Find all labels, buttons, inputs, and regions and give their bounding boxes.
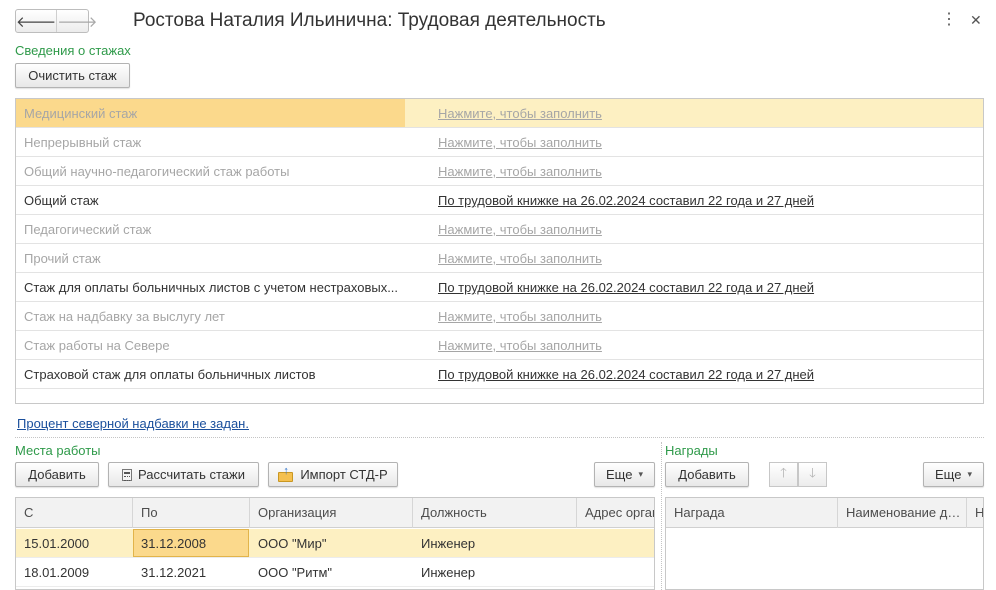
stazh-type-name: Общий стаж: [24, 193, 99, 208]
page-title: Ростова Наталия Ильинична: Трудовая деят…: [133, 10, 606, 31]
workplaces-section-label: Места работы: [15, 443, 101, 458]
chevron-down-icon: ▾: [638, 469, 643, 479]
workplaces-more-button[interactable]: Еще ▾: [594, 462, 655, 487]
stazh-value-link[interactable]: По трудовой книжке на 26.02.2024 состави…: [438, 186, 814, 214]
cell-address[interactable]: [577, 558, 654, 586]
stazh-value-link[interactable]: Нажмите, чтобы заполнить: [438, 244, 602, 272]
list-item[interactable]: Общий стаж По трудовой книжке на 26.02.20…: [16, 186, 983, 215]
column-header-award[interactable]: Награда: [666, 498, 838, 528]
stazh-type-name: Непрерывный стаж: [24, 135, 142, 150]
section-divider: [15, 437, 984, 438]
import-std-label: Импорт СТД-Р: [300, 467, 388, 482]
stazh-value-link[interactable]: Нажмите, чтобы заполнить: [438, 99, 602, 127]
column-divider: [661, 442, 662, 590]
arrow-left-icon: 🡐: [16, 13, 57, 31]
workplaces-more-label: Еще: [606, 467, 633, 482]
awards-more-button[interactable]: Еще ▾: [923, 462, 984, 487]
cell-from[interactable]: 18.01.2009: [16, 558, 133, 586]
cell-from[interactable]: 15.01.2000: [16, 529, 133, 557]
stazh-value-link[interactable]: Нажмите, чтобы заполнить: [438, 302, 602, 330]
forward-button[interactable]: 🡒: [56, 10, 97, 32]
list-item[interactable]: Стаж работы на Севере Нажмите, чтобы запо…: [16, 331, 983, 360]
import-std-button[interactable]: ↑ Импорт СТД-Р: [268, 462, 398, 487]
calculate-stazh-label: Рассчитать стажи: [138, 467, 245, 482]
list-item[interactable]: Педагогический стаж Нажмите, чтобы заполн…: [16, 215, 983, 244]
stazh-type-name: Стаж работы на Севере: [24, 338, 170, 353]
stazh-value-link[interactable]: Нажмите, чтобы заполнить: [438, 128, 602, 156]
column-header-number[interactable]: Номер: [967, 498, 983, 528]
stazh-type-name: Стаж на надбавку за выслугу лет: [24, 309, 225, 324]
arrow-right-icon: 🡒: [57, 13, 98, 31]
workplaces-table-header: С По Организация Должность Адрес организ…: [16, 498, 654, 528]
arrow-down-icon: 🡓: [809, 464, 816, 480]
stazh-value-link[interactable]: Нажмите, чтобы заполнить: [438, 331, 602, 359]
list-item[interactable]: Стаж на надбавку за выслугу лет Нажмите, …: [16, 302, 983, 331]
back-button[interactable]: 🡐: [16, 10, 56, 32]
cell-to[interactable]: 31.12.2021: [133, 558, 250, 586]
awards-section-label: Награды: [665, 443, 718, 458]
column-header-from[interactable]: С: [16, 498, 133, 528]
awards-table-header: Награда Наименование документа Номер: [666, 498, 983, 528]
cell-organization[interactable]: ООО "Ритм": [250, 558, 413, 586]
calculate-stazh-button[interactable]: Рассчитать стажи: [108, 462, 259, 487]
table-row[interactable]: 15.01.2000 31.12.2008 ООО "Мир" Инженер: [16, 529, 654, 558]
column-header-document-name[interactable]: Наименование документа: [838, 498, 967, 528]
list-item[interactable]: Медицинский стаж Нажмите, чтобы заполнить: [16, 99, 983, 128]
workplaces-table: С По Организация Должность Адрес организ…: [15, 497, 655, 590]
list-item[interactable]: Непрерывный стаж Нажмите, чтобы заполнить: [16, 128, 983, 157]
list-item[interactable]: Страховой стаж для оплаты больничных лис…: [16, 360, 983, 389]
stazh-type-name: Страховой стаж для оплаты больничных лис…: [24, 367, 316, 382]
cell-position[interactable]: Инженер: [413, 558, 577, 586]
add-award-button[interactable]: Добавить: [665, 462, 749, 487]
list-item[interactable]: Прочий стаж Нажмите, чтобы заполнить: [16, 244, 983, 273]
cell-organization[interactable]: ООО "Мир": [250, 529, 413, 557]
chevron-down-icon: ▾: [967, 469, 972, 479]
add-workplace-button[interactable]: Добавить: [15, 462, 99, 487]
column-header-address[interactable]: Адрес организации: [577, 498, 654, 528]
list-item[interactable]: Общий научно-педагогический стаж работы Н…: [16, 157, 983, 186]
import-folder-icon: ↑: [278, 465, 294, 482]
more-vertical-icon[interactable]: ⋮: [941, 11, 957, 29]
stazh-type-name: Стаж для оплаты больничных листов с учет…: [24, 280, 399, 295]
nav-buttons: 🡐 🡒: [15, 9, 97, 33]
arrow-up-icon: 🡑: [780, 464, 787, 480]
stazh-section-label: Сведения о стажах: [15, 43, 131, 58]
calculator-icon: [122, 468, 133, 481]
awards-table: Награда Наименование документа Номер: [665, 497, 984, 590]
stazh-value-link[interactable]: Нажмите, чтобы заполнить: [438, 215, 602, 243]
column-header-position[interactable]: Должность: [413, 498, 577, 528]
stazh-type-name: Медицинский стаж: [16, 99, 405, 127]
stazh-value-link[interactable]: По трудовой книжке на 26.02.2024 состави…: [438, 273, 814, 301]
stazh-type-name: Общий научно-педагогический стаж работы: [24, 164, 290, 179]
stazh-type-name: Педагогический стаж: [24, 222, 152, 237]
cell-address[interactable]: [577, 529, 654, 557]
close-icon[interactable]: ✕: [970, 11, 982, 29]
column-header-organization[interactable]: Организация: [250, 498, 413, 528]
stazh-table: Медицинский стаж Нажмите, чтобы заполнить…: [15, 98, 984, 404]
clear-stazh-button[interactable]: Очистить стаж: [15, 63, 130, 88]
stazh-type-name: Прочий стаж: [24, 251, 101, 266]
stazh-value-link[interactable]: По трудовой книжке на 26.02.2024 состави…: [438, 360, 814, 388]
cell-to[interactable]: 31.12.2008: [133, 529, 249, 557]
list-item[interactable]: Стаж для оплаты больничных листов с учет…: [16, 273, 983, 302]
table-row[interactable]: 18.01.2009 31.12.2021 ООО "Ритм" Инженер: [16, 558, 654, 587]
column-header-to[interactable]: По: [133, 498, 250, 528]
move-down-button[interactable]: 🡓: [798, 462, 827, 487]
cell-position[interactable]: Инженер: [413, 529, 577, 557]
northern-bonus-link[interactable]: Процент северной надбавки не задан.: [17, 416, 249, 431]
stazh-value-link[interactable]: Нажмите, чтобы заполнить: [438, 157, 602, 185]
move-up-button[interactable]: 🡑: [769, 462, 798, 487]
awards-more-label: Еще: [935, 467, 962, 482]
